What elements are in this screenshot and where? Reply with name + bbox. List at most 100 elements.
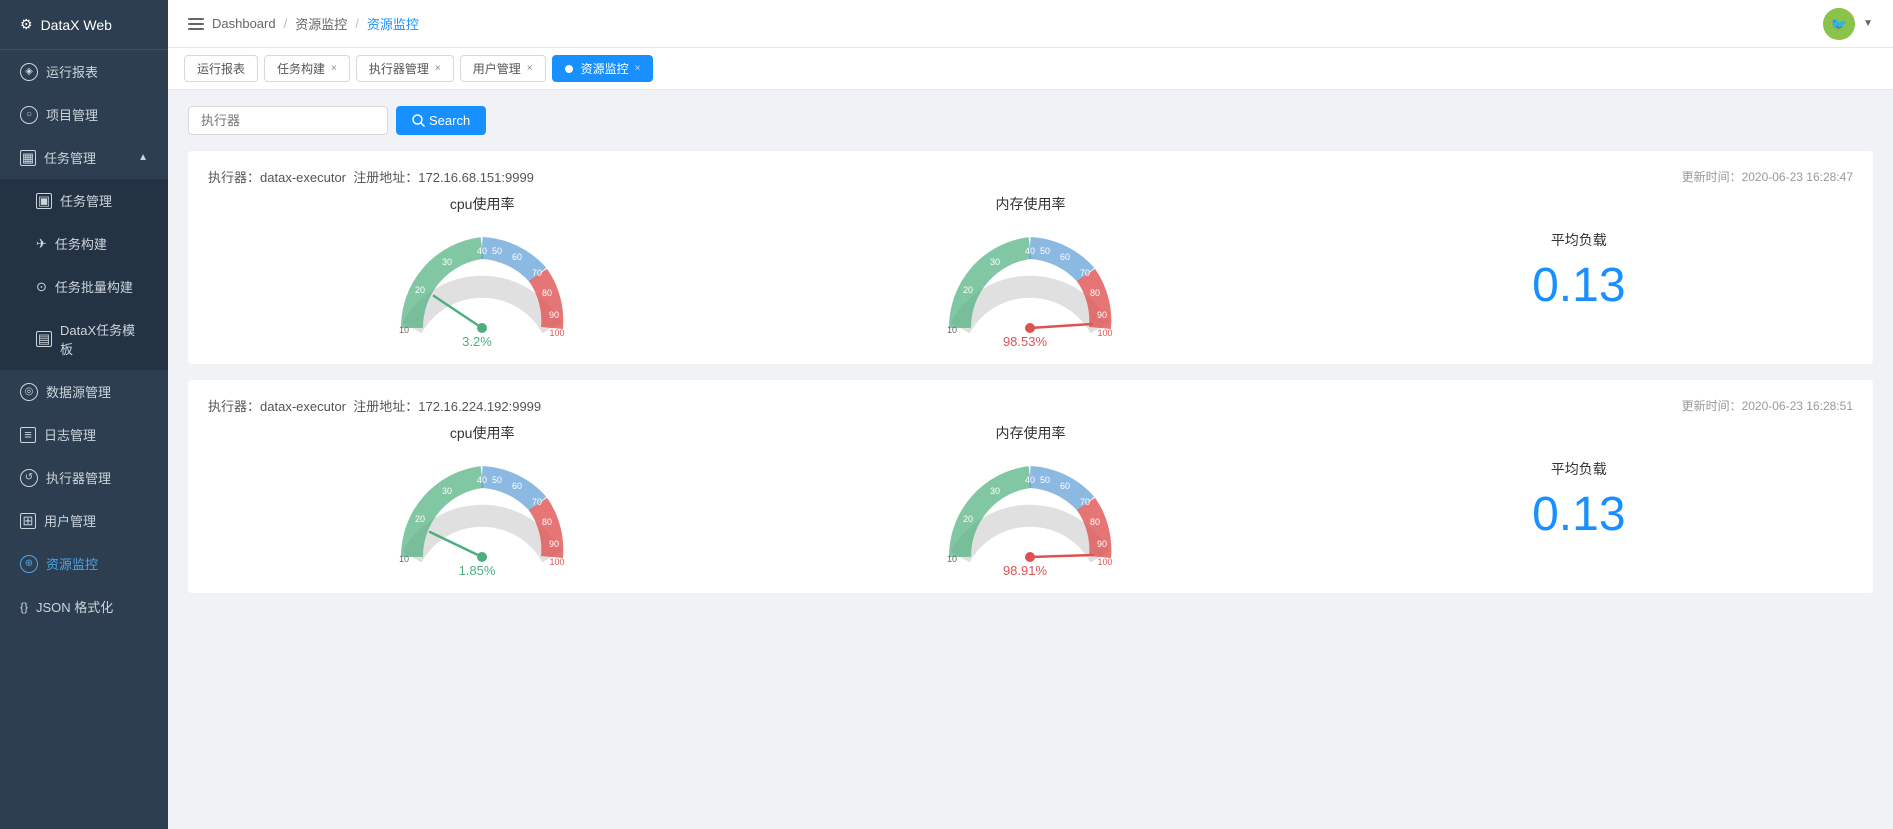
svg-text:10: 10 (947, 325, 957, 335)
sidebar-item-datax[interactable]: ▤ DataX任务模板 (0, 308, 168, 370)
svg-text:20: 20 (415, 285, 425, 295)
svg-text:60: 60 (512, 252, 522, 262)
svg-text:100: 100 (1098, 328, 1113, 338)
svg-text:20: 20 (415, 514, 425, 524)
breadcrumb-ziyuan2: 资源监控 (367, 14, 419, 33)
load-section-1: 平均负载 0.13 (1305, 230, 1853, 313)
svg-text:90: 90 (549, 310, 559, 320)
menu-toggle-button[interactable] (188, 18, 204, 30)
cpu-gauge-2: cpu使用率 10 20 30 40 50 60 70 80 (208, 423, 756, 577)
sidebar-item-label: 执行器管理 (46, 468, 111, 487)
tab-close-ziyuan[interactable]: × (635, 63, 641, 74)
sidebar-item-label: 用户管理 (44, 511, 96, 530)
tab-renwugj[interactable]: 任务构建 × (264, 55, 350, 82)
svg-text:60: 60 (512, 481, 522, 491)
tab-label: 执行器管理 (369, 60, 429, 77)
sidebar-item-rizhi[interactable]: ≡ 日志管理 (0, 413, 168, 456)
sidebar-item-zhixingqi[interactable]: ↺ 执行器管理 (0, 456, 168, 499)
breadcrumb-dashboard[interactable]: Dashboard (212, 16, 276, 31)
monitor-header-2: 执行器：datax-executor 注册地址：172.16.224.192:9… (208, 396, 1853, 415)
breadcrumb-sep-2: / (355, 16, 359, 31)
svg-text:80: 80 (1090, 517, 1100, 527)
svg-text:10: 10 (399, 325, 409, 335)
search-button[interactable]: Search (396, 106, 486, 135)
sidebar-item-label: 任务构建 (55, 234, 107, 253)
svg-text:100: 100 (550, 557, 565, 567)
chart-icon: ◈ (20, 63, 38, 81)
sidebar-item-label: 运行报表 (46, 62, 98, 81)
mem-title-1: 内存使用率 (995, 194, 1065, 214)
svg-text:60: 60 (1060, 252, 1070, 262)
monitor-card-2: 执行器：datax-executor 注册地址：172.16.224.192:9… (188, 380, 1873, 593)
sidebar-item-label: 日志管理 (44, 425, 96, 444)
sidebar-logo: ⚙ DataX Web (0, 0, 168, 50)
svg-text:98.91%: 98.91% (1003, 563, 1048, 577)
tab-close-zhixingqi[interactable]: × (435, 63, 441, 74)
tab-ziyuan[interactable]: 资源监控 × (552, 55, 654, 82)
active-dot (565, 65, 573, 73)
logo-text: DataX Web (41, 17, 112, 33)
sidebar-item-ziyuan[interactable]: ⊕ 资源监控 (0, 542, 168, 585)
sidebar-item-renwugl[interactable]: ▣ 任务管理 (0, 179, 168, 222)
batch-icon: ⊙ (36, 279, 47, 295)
svg-text:🐦: 🐦 (1830, 16, 1847, 32)
user-icon: ⊞ (20, 513, 36, 529)
sidebar-item-label: 任务管理 (44, 148, 96, 167)
page-content: Search 执行器：datax-executor 注册地址：172.16.68… (168, 90, 1893, 829)
tab-close-yonghu[interactable]: × (527, 63, 533, 74)
cpu-gauge-1: cpu使用率 10 20 (208, 194, 756, 348)
svg-text:30: 30 (442, 257, 452, 267)
tab-label: 资源监控 (581, 60, 629, 77)
mem-gauge-svg-2: 10 20 30 40 50 60 70 80 90 100 98.91% (930, 447, 1130, 577)
load-value-1: 0.13 (1532, 258, 1625, 313)
sidebar-item-json[interactable]: {} JSON 格式化 (0, 585, 168, 628)
mem-gauge-2: 内存使用率 10 20 30 40 50 60 70 80 (756, 423, 1304, 577)
sidebar-item-yonghu[interactable]: ⊞ 用户管理 (0, 499, 168, 542)
search-button-label: Search (429, 113, 470, 128)
sidebar-item-label: 任务管理 (60, 191, 112, 210)
task-manage-icon: ▣ (36, 193, 52, 209)
executor-icon: ↺ (20, 469, 38, 487)
search-icon (412, 114, 425, 127)
svg-text:90: 90 (549, 539, 559, 549)
svg-text:100: 100 (550, 328, 565, 338)
svg-text:70: 70 (1080, 497, 1090, 507)
tab-label: 运行报表 (197, 60, 245, 77)
svg-text:3.2%: 3.2% (462, 334, 492, 348)
load-title-2: 平均负载 (1551, 459, 1607, 479)
json-icon: {} (20, 600, 28, 614)
sidebar-item-yunxing[interactable]: ◈ 运行报表 (0, 50, 168, 93)
svg-text:70: 70 (532, 497, 542, 507)
svg-text:80: 80 (542, 288, 552, 298)
load-section-2: 平均负载 0.13 (1305, 459, 1853, 542)
cpu-title-1: cpu使用率 (450, 194, 515, 214)
svg-text:70: 70 (1080, 268, 1090, 278)
sidebar-item-renwu[interactable]: ▦ 任务管理 ▲ (0, 136, 168, 179)
tab-yunxing[interactable]: 运行报表 (184, 55, 258, 82)
executor-info-1: 执行器：datax-executor 注册地址：172.16.68.151:99… (208, 167, 534, 186)
avatar[interactable]: 🐦 (1823, 8, 1855, 40)
template-icon: ▤ (36, 331, 52, 347)
svg-text:20: 20 (963, 514, 973, 524)
svg-text:80: 80 (1090, 288, 1100, 298)
svg-text:40: 40 (477, 246, 487, 256)
sidebar-item-renwuplgj[interactable]: ⊙ 任务批量构建 (0, 265, 168, 308)
search-input[interactable] (188, 106, 388, 135)
project-icon: ○ (20, 106, 38, 124)
breadcrumb-ziyuan1[interactable]: 资源监控 (295, 14, 347, 33)
svg-text:30: 30 (990, 257, 1000, 267)
mem-title-2: 内存使用率 (995, 423, 1065, 443)
tab-close-renwugj[interactable]: × (331, 63, 337, 74)
chevron-up-icon: ▲ (138, 152, 148, 163)
mem-gauge-1: 内存使用率 10 20 30 40 50 60 70 80 (756, 194, 1304, 348)
svg-text:50: 50 (492, 475, 502, 485)
sidebar-item-xiangmu[interactable]: ○ 项目管理 (0, 93, 168, 136)
sidebar-item-renwugj[interactable]: ✈ 任务构建 (0, 222, 168, 265)
tab-zhixingqi[interactable]: 执行器管理 × (356, 55, 454, 82)
search-bar: Search (188, 106, 1873, 135)
sidebar: ⚙ DataX Web ◈ 运行报表 ○ 项目管理 ▦ 任务管理 ▲ ▣ 任务管… (0, 0, 168, 829)
sidebar-item-shujuyuan[interactable]: ◎ 数据源管理 (0, 370, 168, 413)
tab-yonghu[interactable]: 用户管理 × (460, 55, 546, 82)
sidebar-item-label: JSON 格式化 (36, 597, 113, 616)
cpu-gauge-svg-1: 10 20 30 40 50 60 70 80 90 100 (382, 218, 582, 348)
